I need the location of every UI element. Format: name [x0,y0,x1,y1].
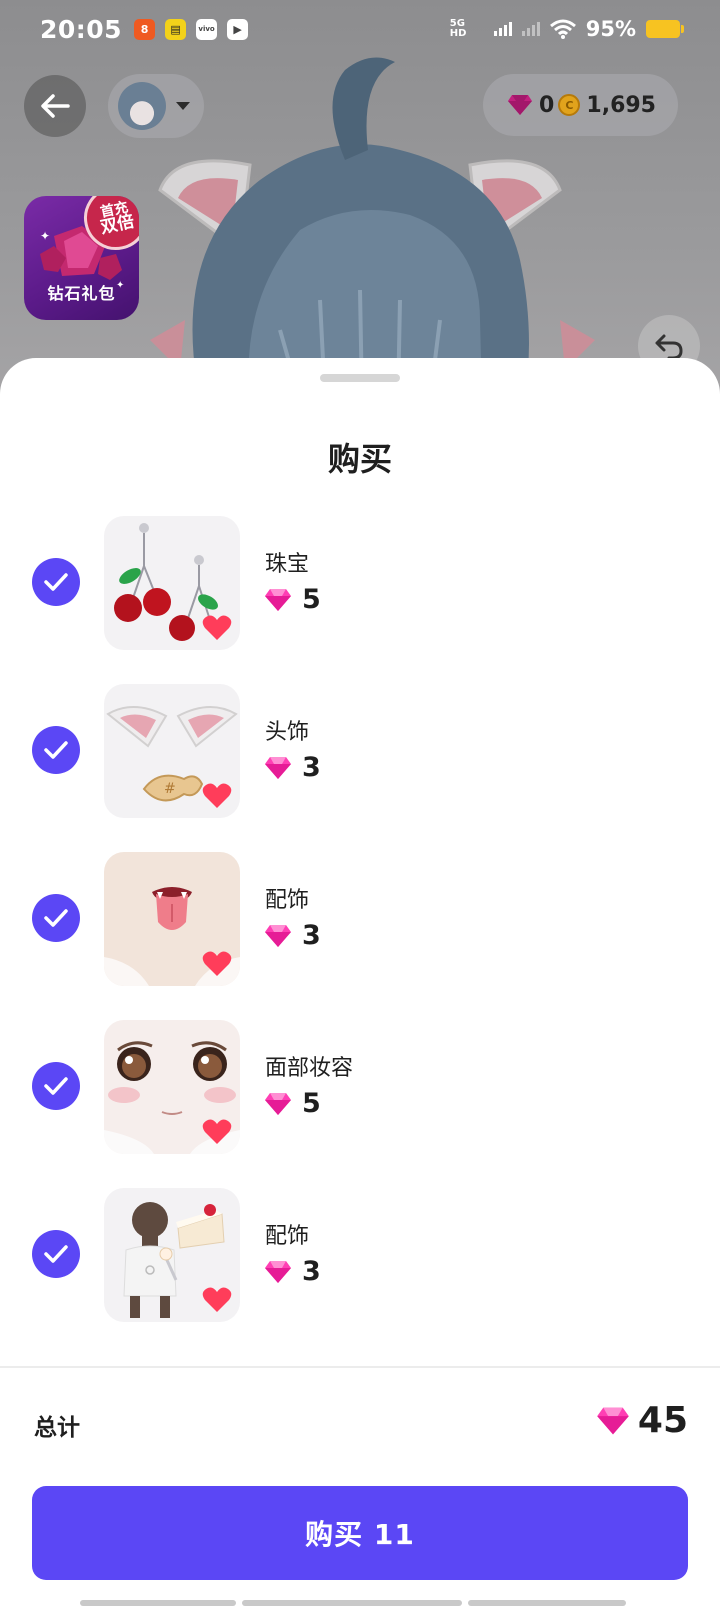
item-thumbnail-face-makeup [104,1020,240,1154]
item-name: 配饰 [265,1224,310,1249]
purchase-item[interactable]: 配饰 3 [0,852,720,1020]
diamond-icon [265,588,291,611]
purchase-item-list: 珠宝 5 # 头饰 3 配饰 3 面部妆容 5 配饰 3 [0,516,720,1356]
item-price: 3 [264,1256,321,1287]
sheet-title: 购买 [327,440,392,478]
favorite-heart-icon[interactable] [202,950,232,978]
divider [0,1366,720,1368]
item-checkbox[interactable] [32,726,80,774]
total-price: 45 [596,1400,688,1441]
video-icon: ▶ [227,18,249,40]
item-checkbox[interactable] [32,558,80,606]
item-thumbnail-tongue [104,852,240,986]
currency-balance[interactable]: 0 C 1,695 [483,74,678,136]
favorite-heart-icon[interactable] [202,614,232,642]
diamond-balance: 0 [507,93,554,118]
total-label: 总计 [34,1415,80,1441]
diamond-icon [265,1092,291,1115]
diamond-icon [508,95,532,115]
svg-text:✦: ✦ [40,229,50,243]
badge-line-2: 双倍 [98,211,137,239]
notification-icons: 8 ▤ vivo ▶ [134,18,249,40]
app-icon-yellow: ▤ [165,18,187,40]
diamond-icon [597,1407,629,1434]
checkmark-icon [44,1077,68,1095]
item-price: 5 [264,1088,321,1119]
total-price-value: 45 [637,1400,688,1441]
arrow-left-icon [41,94,70,118]
item-name: 头饰 [265,720,310,745]
diamond-count: 0 [539,92,555,118]
buy-button[interactable]: 购买 11 [32,1486,688,1580]
avatar-scene-background: 20:05 8 ▤ vivo ▶ 5G HD 95% 0 C 1,695 ✦ ✦… [0,0,720,400]
item-price-value: 3 [302,1256,321,1287]
item-price-value: 5 [302,584,321,615]
avatar [118,82,166,130]
signal-icon [493,22,512,36]
coin-balance: C 1,695 [558,93,656,118]
item-name: 珠宝 [265,552,310,577]
checkmark-icon [44,741,68,759]
status-time: 20:05 [40,14,123,44]
item-price: 3 [264,752,321,783]
navigation-gesture-bar [80,1600,640,1606]
item-thumbnail-cat-ears: # [104,684,240,818]
item-thumbnail-cherry-earrings [104,516,240,650]
checkmark-icon [44,1245,68,1263]
wifi-icon [549,19,576,39]
checkmark-icon [44,573,68,591]
favorite-heart-icon[interactable] [202,1286,232,1314]
diamond-icon [265,924,291,947]
vivo-icon: vivo [196,18,218,40]
item-thumbnail-cake [104,1188,240,1322]
item-price: 5 [264,584,321,615]
back-button[interactable] [24,75,86,137]
item-price-value: 3 [302,752,321,783]
svg-text:#: # [164,781,176,797]
favorite-heart-icon[interactable] [202,782,232,810]
checkmark-icon [44,909,68,927]
diamond-pack-label: 钻石礼包 [47,284,116,303]
diamond-pack-button[interactable]: ✦ ✦ 首充 双倍 钻石礼包 [24,196,139,320]
battery-icon [646,20,684,38]
drag-handle[interactable] [320,374,400,382]
purchase-sheet: 购买 珠宝 5 # 头饰 3 配饰 3 面部妆容 5 配饰 3 总计 45 购买… [0,358,720,1612]
signal-secondary-icon [521,22,540,36]
battery-percent: 95% [585,17,636,41]
chevron-down-icon [176,102,190,110]
avatar-switcher[interactable] [108,74,204,138]
purchase-item[interactable]: 面部妆容 5 [0,1020,720,1188]
network-label: 5G HD [449,18,467,39]
item-price-value: 5 [302,1088,321,1119]
item-price-value: 3 [302,920,321,951]
item-checkbox[interactable] [32,1062,80,1110]
purchase-item[interactable]: 珠宝 5 [0,516,720,684]
undo-icon [655,334,683,360]
coin-icon: C [558,94,581,116]
favorite-heart-icon[interactable] [202,1118,232,1146]
item-price: 3 [264,920,321,951]
status-bar: 20:05 8 ▤ vivo ▶ 5G HD 95% [0,0,720,58]
item-name: 面部妆容 [265,1056,354,1081]
status-indicators: 5G HD 95% [449,17,684,41]
item-checkbox[interactable] [32,1230,80,1278]
purchase-item[interactable]: # 头饰 3 [0,684,720,852]
diamond-icon [265,756,291,779]
purchase-item[interactable]: 配饰 3 [0,1188,720,1356]
diamond-icon [265,1260,291,1283]
item-checkbox[interactable] [32,894,80,942]
coin-count: 1,695 [586,92,656,118]
app-icon-orange: 8 [134,18,156,40]
item-name: 配饰 [265,888,310,913]
